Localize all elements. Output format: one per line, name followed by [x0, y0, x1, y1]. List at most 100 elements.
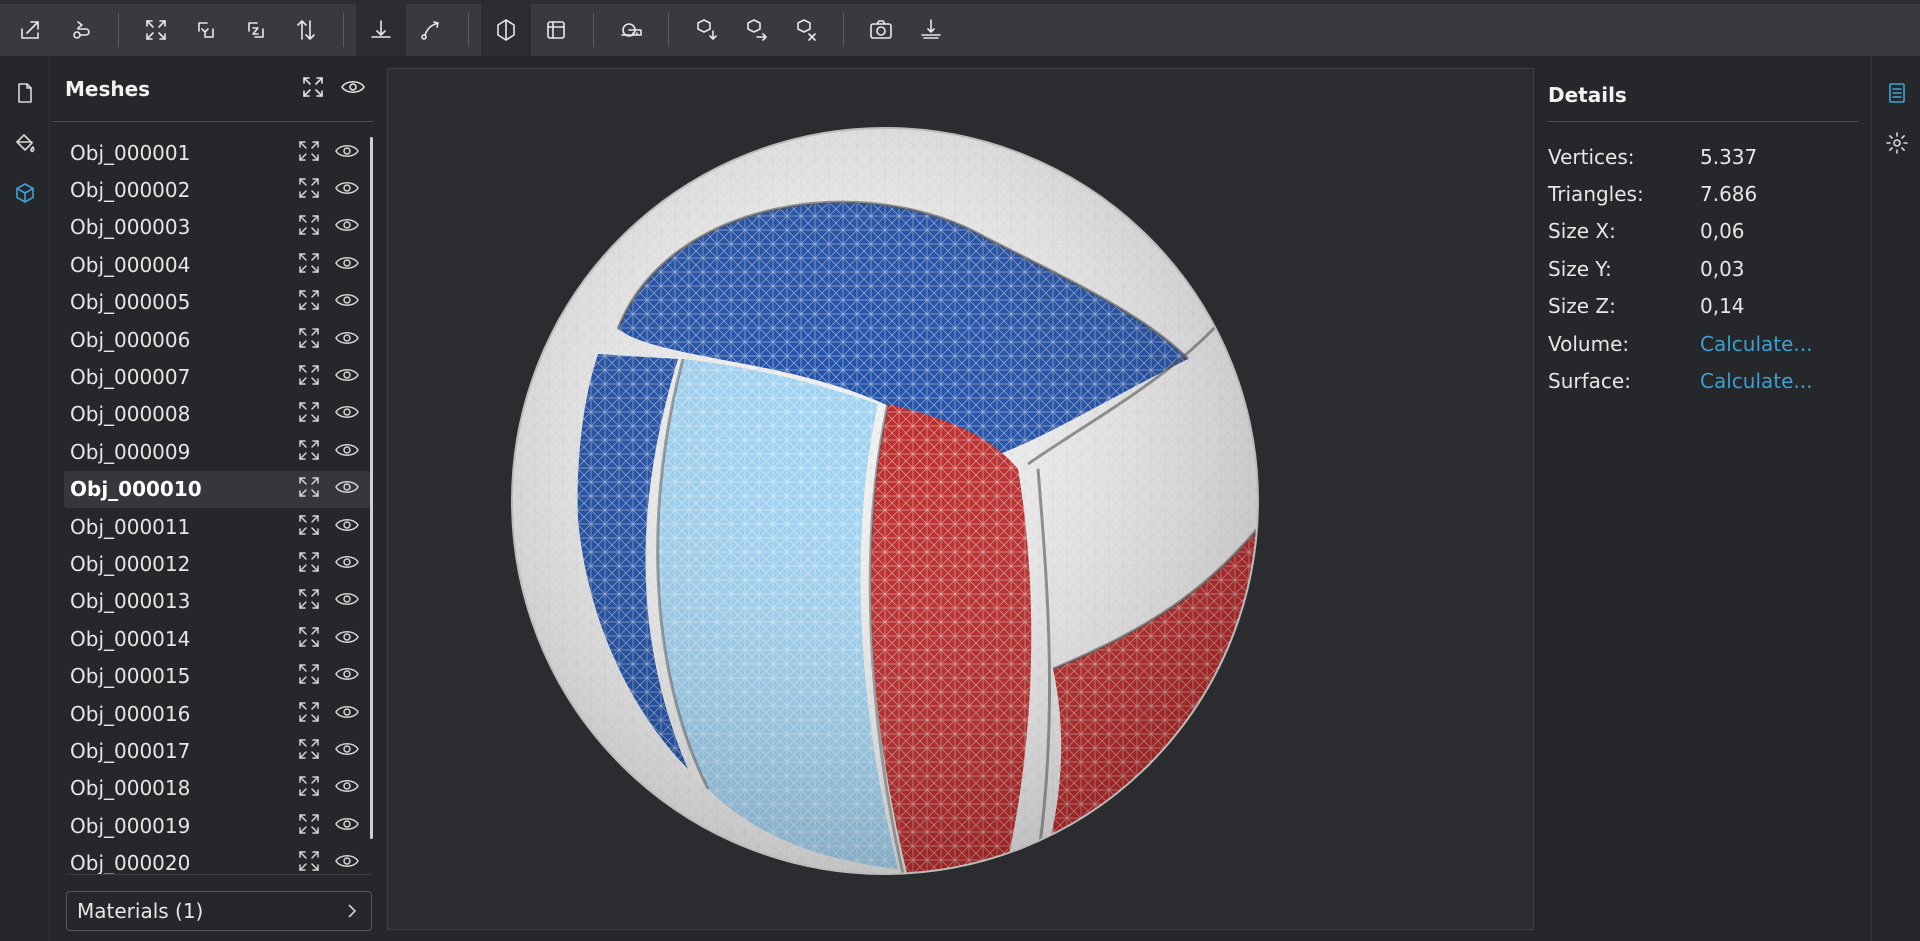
rotate-y-button[interactable]: [181, 4, 231, 56]
toggle-visibility-button[interactable]: [334, 586, 360, 616]
detail-row: Vertices: 5.337: [1548, 138, 1858, 175]
flip-button[interactable]: [281, 4, 331, 56]
mesh-list-item[interactable]: Obj_000012: [64, 545, 370, 582]
calculate-link[interactable]: Calculate...: [1700, 332, 1812, 356]
toggle-visibility-button[interactable]: [334, 811, 360, 841]
rotate-z-button[interactable]: [231, 4, 281, 56]
focus-mesh-button[interactable]: [296, 811, 322, 841]
eye-icon: [335, 369, 359, 382]
toggle-visibility-button[interactable]: [334, 437, 360, 467]
calculate-link[interactable]: Calculate...: [1700, 369, 1812, 393]
focus-mesh-button[interactable]: [296, 549, 322, 579]
mesh-list-item[interactable]: Obj_000016: [64, 695, 370, 732]
toggle-visibility-button[interactable]: [334, 549, 360, 579]
measure-button[interactable]: [606, 4, 656, 56]
mesh-list-item[interactable]: Obj_000013: [64, 583, 370, 620]
mesh-list-item[interactable]: Obj_000005: [64, 284, 370, 321]
detail-value: 0,14: [1700, 294, 1745, 319]
path-button[interactable]: [406, 4, 456, 56]
fit-all-button[interactable]: [131, 4, 181, 56]
rail-settings-button[interactable]: [1872, 118, 1920, 168]
box-view-button[interactable]: [531, 4, 581, 56]
rail-materials-button[interactable]: [0, 118, 50, 168]
export-button[interactable]: [56, 4, 106, 56]
toggle-visibility-button[interactable]: [334, 138, 360, 168]
toggle-visibility-button[interactable]: [334, 399, 360, 429]
focus-mesh-button[interactable]: [296, 399, 322, 429]
fit-all-meshes-button[interactable]: [300, 74, 326, 104]
rail-file-button[interactable]: [0, 68, 50, 118]
meshes-panel: Meshes Obj_000001 Obj_000002 Obj_000003 Obj…: [52, 56, 380, 941]
toggle-visibility-button[interactable]: [334, 325, 360, 355]
toggle-visibility-button[interactable]: [334, 250, 360, 280]
materials-button[interactable]: Materials (1): [66, 891, 372, 931]
eye-icon: [335, 780, 359, 793]
materials-label: Materials (1): [77, 899, 204, 923]
expand-icon: [299, 215, 319, 236]
toggle-visibility-button[interactable]: [334, 624, 360, 654]
focus-mesh-button[interactable]: [296, 437, 322, 467]
mesh-list-item[interactable]: Obj_000017: [64, 732, 370, 769]
expand-icon: [299, 589, 319, 610]
focus-mesh-button[interactable]: [296, 661, 322, 691]
mesh-list-item[interactable]: Obj_000011: [64, 508, 370, 545]
focus-mesh-button[interactable]: [296, 212, 322, 242]
expand-icon: [299, 701, 319, 722]
focus-mesh-button[interactable]: [296, 773, 322, 803]
mesh-list-item[interactable]: Obj_000009: [64, 433, 370, 470]
toggle-visibility-button[interactable]: [334, 362, 360, 392]
focus-mesh-button[interactable]: [296, 175, 322, 205]
focus-mesh-button[interactable]: [296, 362, 322, 392]
mesh-list-item[interactable]: Obj_000008: [64, 396, 370, 433]
align-bottom-button[interactable]: [356, 4, 406, 56]
screenshot-button[interactable]: [856, 4, 906, 56]
rail-details-button[interactable]: [1872, 68, 1920, 118]
toggle-visibility-button[interactable]: [334, 212, 360, 242]
mesh-list-item[interactable]: Obj_000006: [64, 321, 370, 358]
move-right-button[interactable]: [731, 4, 781, 56]
focus-mesh-button[interactable]: [296, 736, 322, 766]
toggle-visibility-button[interactable]: [334, 773, 360, 803]
move-code-button[interactable]: [781, 4, 831, 56]
focus-mesh-button[interactable]: [296, 138, 322, 168]
mesh-list-item[interactable]: Obj_000020: [64, 844, 370, 881]
rail-meshes-button[interactable]: [0, 168, 50, 218]
toggle-visibility-button[interactable]: [334, 699, 360, 729]
mesh-list-item[interactable]: Obj_000004: [64, 246, 370, 283]
focus-mesh-button[interactable]: [296, 699, 322, 729]
mesh-list-scrollbar[interactable]: [370, 137, 373, 839]
mesh-list-item[interactable]: Obj_000002: [64, 171, 370, 208]
focus-mesh-button[interactable]: [296, 474, 322, 504]
detail-label: Triangles:: [1548, 182, 1644, 207]
eye-icon: [335, 443, 359, 456]
chevron-right-icon: [348, 904, 357, 918]
focus-mesh-button[interactable]: [296, 250, 322, 280]
move-down-button[interactable]: [681, 4, 731, 56]
focus-mesh-button[interactable]: [296, 287, 322, 317]
mesh-list-item[interactable]: Obj_000018: [64, 770, 370, 807]
solid-view-button[interactable]: [481, 4, 531, 56]
mesh-list-item[interactable]: Obj_000007: [64, 358, 370, 395]
toggle-visibility-button[interactable]: [334, 661, 360, 691]
ground-button[interactable]: [906, 4, 956, 56]
focus-mesh-button[interactable]: [296, 325, 322, 355]
focus-mesh-button[interactable]: [296, 512, 322, 542]
mesh-name: Obj_000017: [70, 738, 191, 763]
focus-mesh-button[interactable]: [296, 624, 322, 654]
import-button[interactable]: [6, 4, 56, 56]
focus-mesh-button[interactable]: [296, 586, 322, 616]
mesh-list-item[interactable]: Obj_000001: [64, 134, 370, 171]
toolbar-separator: [593, 13, 594, 47]
toggle-visibility-button[interactable]: [334, 175, 360, 205]
mesh-list-item[interactable]: Obj_000010: [64, 470, 370, 508]
toggle-visibility-button[interactable]: [334, 474, 360, 504]
3d-viewport[interactable]: [387, 68, 1534, 930]
toggle-visibility-button[interactable]: [334, 736, 360, 766]
toggle-visibility-button[interactable]: [334, 287, 360, 317]
mesh-list-item[interactable]: Obj_000003: [64, 209, 370, 246]
mesh-list-item[interactable]: Obj_000019: [64, 807, 370, 844]
mesh-list-item[interactable]: Obj_000015: [64, 657, 370, 694]
mesh-list-item[interactable]: Obj_000014: [64, 620, 370, 657]
show-all-meshes-button[interactable]: [340, 74, 366, 104]
toggle-visibility-button[interactable]: [334, 512, 360, 542]
